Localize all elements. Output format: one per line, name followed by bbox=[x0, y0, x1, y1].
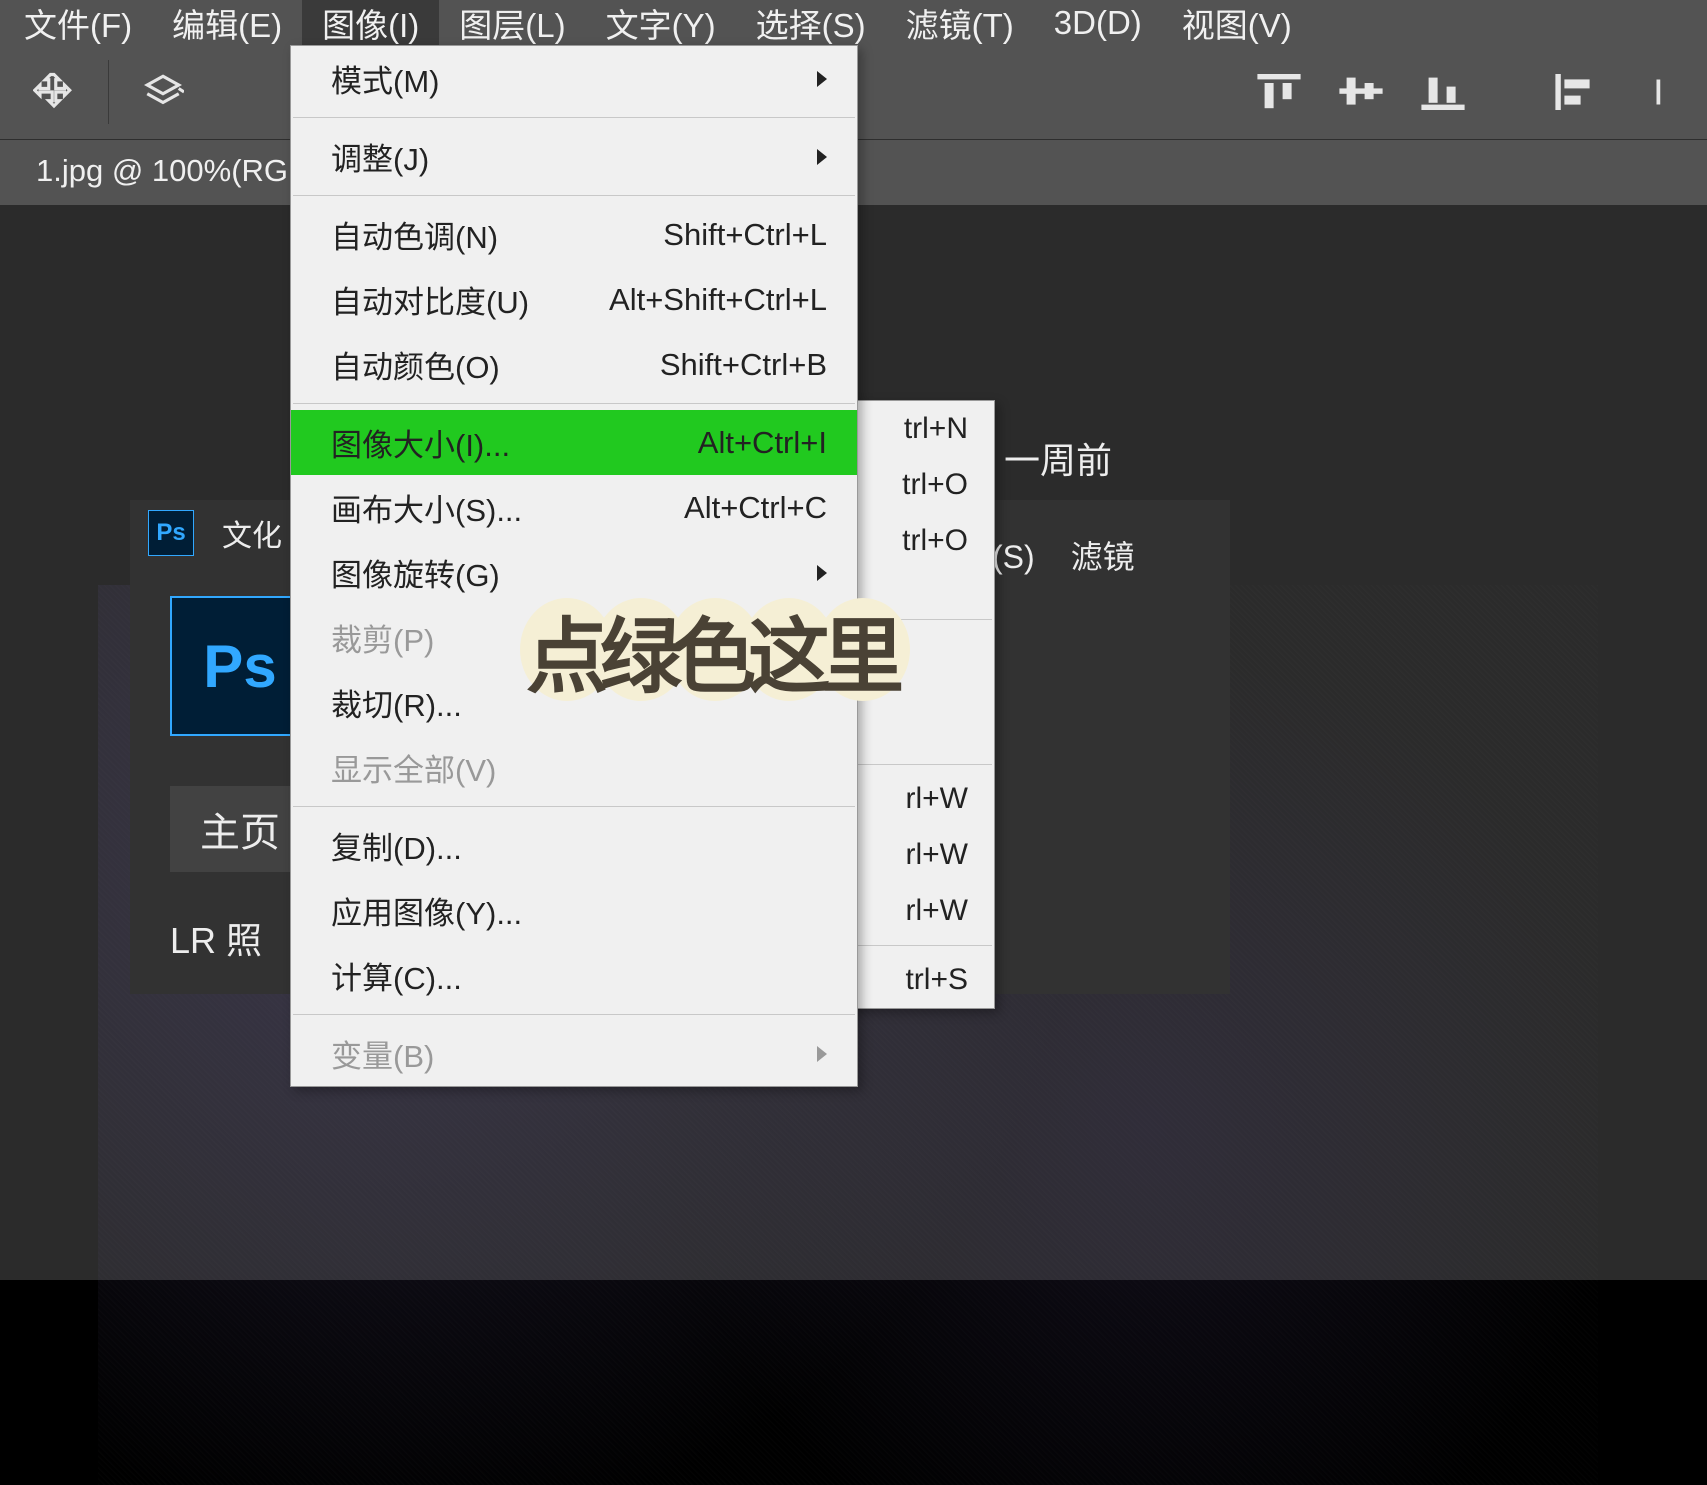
menu-shortcut: Alt+Ctrl+I bbox=[698, 425, 827, 461]
align-vcenter-icon[interactable] bbox=[1331, 66, 1391, 118]
menu-layer[interactable]: 图层(L) bbox=[439, 0, 585, 51]
menu-shortcut: Alt+Shift+Ctrl+L bbox=[609, 282, 827, 318]
menu-adjust[interactable]: 调整(J) bbox=[291, 124, 857, 189]
ps-home-button[interactable]: 主页 bbox=[170, 786, 310, 872]
annotation-char: 点 bbox=[526, 590, 608, 709]
align-bottom-icon[interactable] bbox=[1413, 66, 1473, 118]
menu-shortcut: Shift+Ctrl+L bbox=[663, 217, 827, 253]
menu-item-label: 模式(M) bbox=[331, 56, 439, 101]
annotation-char: 这 bbox=[748, 590, 830, 709]
move-tool-icon[interactable] bbox=[18, 56, 90, 128]
submenu-arrow-icon bbox=[817, 565, 827, 581]
menu-item-label: 计算(C)... bbox=[331, 953, 462, 998]
menu-select[interactable]: 选择(S) bbox=[736, 0, 886, 51]
align-left-icon[interactable] bbox=[1547, 66, 1607, 118]
menu-item-label: 自动色调(N) bbox=[331, 212, 498, 257]
menu-item-label: 应用图像(Y)... bbox=[331, 888, 522, 933]
bg-menu-filter: 滤镜 bbox=[1071, 532, 1135, 578]
align-hcenter-icon[interactable] bbox=[1629, 66, 1689, 118]
document-tab-label: 1.jpg @ 100%(RGI bbox=[36, 153, 297, 189]
menu-file[interactable]: 文件(F) bbox=[4, 0, 152, 51]
ps-logo-large-icon: Ps bbox=[170, 596, 310, 736]
ps-logo-icon: Ps bbox=[148, 510, 194, 556]
submenu-arrow-icon bbox=[817, 149, 827, 165]
annotation-char: 色 bbox=[674, 590, 756, 709]
menu-separator bbox=[293, 806, 855, 807]
ps-menu-item[interactable]: 文化 bbox=[222, 511, 282, 555]
menu-item-label: 图像旋转(G) bbox=[331, 550, 500, 595]
menu-reveal-all: 显示全部(V) bbox=[291, 735, 857, 800]
submenu-arrow-icon bbox=[817, 1046, 827, 1062]
annotation-bubble: 点 绿 色 这 里 bbox=[530, 590, 900, 709]
menu-item-label: 图像大小(I)... bbox=[331, 420, 510, 465]
menu-item-label: 变量(B) bbox=[331, 1031, 434, 1076]
menu-mode[interactable]: 模式(M) bbox=[291, 46, 857, 111]
menu-separator bbox=[293, 117, 855, 118]
image-dropdown-menu: 模式(M) 调整(J) 自动色调(N) Shift+Ctrl+L 自动对比度(U… bbox=[290, 45, 858, 1087]
menubar: 文件(F) 编辑(E) 图像(I) 图层(L) 文字(Y) 选择(S) 滤镜(T… bbox=[0, 0, 1707, 45]
align-group bbox=[1249, 66, 1689, 118]
menu-apply-image[interactable]: 应用图像(Y)... bbox=[291, 878, 857, 943]
menu-duplicate[interactable]: 复制(D)... bbox=[291, 813, 857, 878]
annotation-char: 里 bbox=[822, 590, 904, 709]
time-label: 一周前 bbox=[1004, 432, 1112, 484]
align-top-icon[interactable] bbox=[1249, 66, 1309, 118]
menu-text[interactable]: 文字(Y) bbox=[586, 0, 736, 51]
menu-auto-contrast[interactable]: 自动对比度(U) Alt+Shift+Ctrl+L bbox=[291, 267, 857, 332]
annotation-char: 绿 bbox=[600, 590, 682, 709]
layers-icon[interactable] bbox=[127, 56, 199, 128]
menu-separator bbox=[293, 403, 855, 404]
menu-view[interactable]: 视图(V) bbox=[1162, 0, 1312, 51]
menu-3d[interactable]: 3D(D) bbox=[1034, 0, 1162, 46]
menu-item-label: 复制(D)... bbox=[331, 823, 462, 868]
menu-item-label: 裁剪(P) bbox=[331, 615, 434, 660]
menu-item-label: 裁切(R)... bbox=[331, 680, 462, 725]
menu-variables: 变量(B) bbox=[291, 1021, 857, 1086]
menu-calculations[interactable]: 计算(C)... bbox=[291, 943, 857, 1008]
menu-shortcut: Shift+Ctrl+B bbox=[660, 347, 827, 383]
menu-item-label: 自动对比度(U) bbox=[331, 277, 529, 322]
submenu-arrow-icon bbox=[817, 71, 827, 87]
menu-auto-color[interactable]: 自动颜色(O) Shift+Ctrl+B bbox=[291, 332, 857, 397]
app-window: 文件(F) 编辑(E) 图像(I) 图层(L) 文字(Y) 选择(S) 滤镜(T… bbox=[0, 0, 1707, 1280]
menu-canvas-size[interactable]: 画布大小(S)... Alt+Ctrl+C bbox=[291, 475, 857, 540]
menu-image-size[interactable]: 图像大小(I)... Alt+Ctrl+I bbox=[291, 410, 857, 475]
menu-edit[interactable]: 编辑(E) bbox=[152, 0, 302, 51]
menu-image[interactable]: 图像(I) bbox=[302, 0, 439, 51]
menu-item-label: 自动颜色(O) bbox=[331, 342, 500, 387]
toolbar-divider bbox=[108, 60, 109, 124]
menu-filter[interactable]: 滤镜(T) bbox=[886, 0, 1034, 51]
menu-separator bbox=[293, 195, 855, 196]
menu-item-label: 画布大小(S)... bbox=[331, 485, 522, 530]
menu-item-label: 显示全部(V) bbox=[331, 745, 496, 790]
menu-auto-tone[interactable]: 自动色调(N) Shift+Ctrl+L bbox=[291, 202, 857, 267]
menu-item-label: 调整(J) bbox=[331, 134, 429, 179]
menu-separator bbox=[293, 1014, 855, 1015]
menu-shortcut: Alt+Ctrl+C bbox=[684, 490, 827, 526]
